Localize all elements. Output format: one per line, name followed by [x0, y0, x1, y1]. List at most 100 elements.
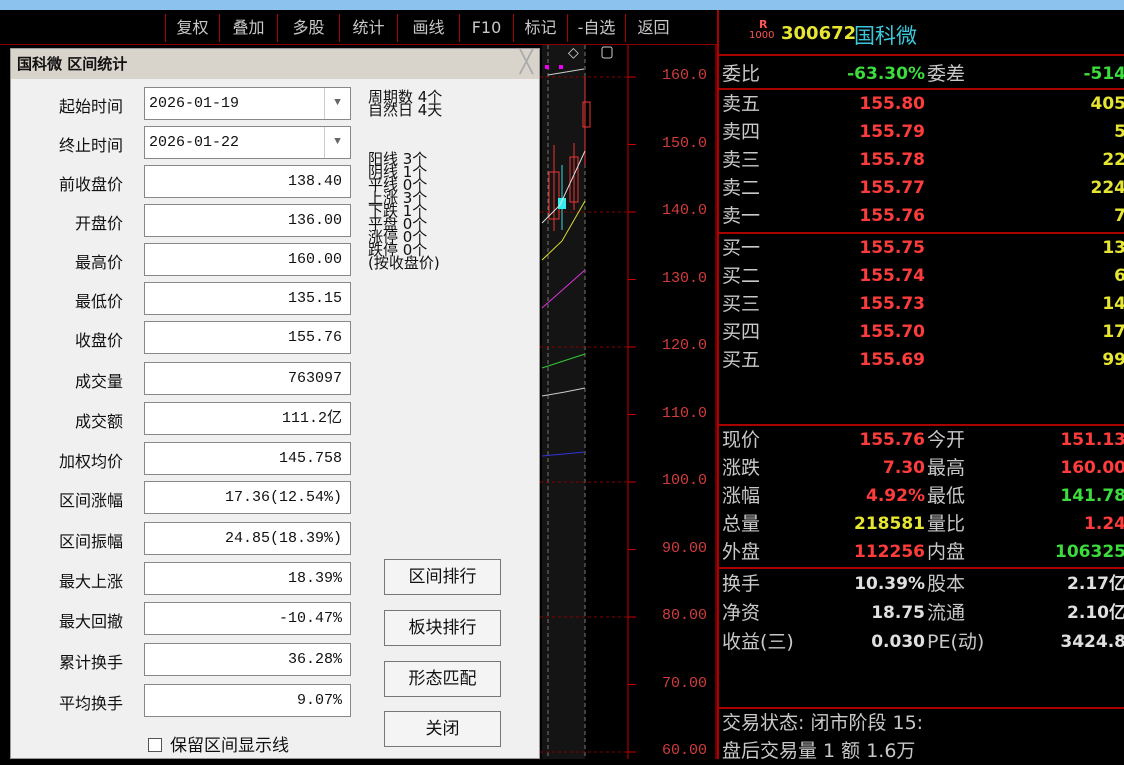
- quote-label: 买五: [722, 346, 760, 374]
- diamond-icon[interactable]: ◇: [568, 45, 579, 61]
- quote-row: 买四155.7017: [719, 318, 1124, 346]
- field-value: 135.15: [144, 282, 351, 315]
- stock-name: 国科微: [854, 20, 917, 50]
- toolbar-button[interactable]: 统计: [339, 14, 397, 42]
- field-label: 加权均价: [11, 448, 123, 472]
- quote-label: 卖三: [722, 146, 760, 174]
- field-label: 最大回撤: [11, 608, 123, 632]
- price-tick-label: 160.0: [662, 67, 707, 84]
- quote-value: 155.76: [859, 426, 925, 454]
- toolbar-button[interactable]: F10: [459, 14, 513, 42]
- quote-value: 2.10亿: [1067, 599, 1124, 627]
- date-combobox[interactable]: 2026-01-22▼: [144, 126, 351, 159]
- field-value: 9.07%: [144, 684, 351, 717]
- field-value-text: 155.76: [288, 329, 342, 346]
- quote-value: 155.80: [859, 90, 925, 118]
- toolbar-button[interactable]: -自选: [567, 14, 625, 42]
- quote-row: 总量 218581量比 1.24: [719, 510, 1124, 538]
- field-label: 起始时间: [11, 93, 123, 117]
- price-tick-label: 70.00: [662, 675, 707, 692]
- quote-label: 今开: [927, 426, 965, 454]
- sector-rank-button[interactable]: 板块排行: [384, 610, 501, 646]
- chevron-down-icon[interactable]: ▼: [324, 127, 350, 158]
- price-tick-label: 120.0: [662, 337, 707, 354]
- field-value-text: 36.28%: [288, 651, 342, 668]
- field-value: 36.28%: [144, 643, 351, 676]
- quote-value: 4.92%: [866, 482, 925, 510]
- quote-value: 155.76: [859, 202, 925, 230]
- field-label: 开盘价: [11, 210, 123, 234]
- panel-toggle-icon[interactable]: [602, 47, 612, 58]
- quote-value: 155.78: [859, 146, 925, 174]
- quote-value: 18.75: [871, 599, 925, 627]
- quote-label: 卖四: [722, 118, 760, 146]
- candle-stats: 阳线 3个阴线 1个平线 0个上涨 3个下跌 1个平盘 0个涨停 0个跌停 0个…: [368, 153, 440, 270]
- quote-value: 112256: [854, 538, 925, 566]
- field-label: 成交额: [11, 408, 123, 432]
- quote-panel: R 1000 300672 国科微 委比-63.30%委差-514卖五155.8…: [717, 10, 1124, 759]
- quote-row: 盘后交易量 1 额 1.6万: [719, 737, 1124, 765]
- quote-row: 涨幅4.92%最低141.78: [719, 482, 1124, 510]
- quote-label: 收益(三): [722, 628, 794, 656]
- keep-range-lines-checkbox[interactable]: 保留区间显示线: [148, 731, 289, 756]
- kline-chart[interactable]: ◇ 160.0150.0140.0130.0120.0110.0100.090.…: [540, 45, 717, 759]
- quote-label: 流通: [927, 599, 965, 627]
- quote-label: 最低: [927, 482, 965, 510]
- marker-dot: [559, 65, 563, 69]
- close-icon[interactable]: ╳: [520, 51, 533, 75]
- quote-row: 卖四155.795: [719, 118, 1124, 146]
- candle-stat: (按收盘价): [368, 257, 440, 270]
- price-tick-label: 130.0: [662, 270, 707, 287]
- toolbar-button[interactable]: 返回: [625, 14, 681, 42]
- quote-label: 买一: [722, 234, 760, 262]
- field-value: 155.76: [144, 321, 351, 354]
- pattern-match-button[interactable]: 形态匹配: [384, 661, 501, 697]
- quote-value: 14: [1102, 290, 1124, 318]
- quote-value: 155.70: [859, 318, 925, 346]
- price-tick-label: 110.0: [662, 405, 707, 422]
- range-statistics-dialog: 国科微 区间统计 ╳ 起始时间2026-01-19▼终止时间2026-01-22…: [10, 48, 540, 759]
- field-value-text: 136.00: [288, 212, 342, 229]
- checkbox-box[interactable]: [148, 738, 162, 752]
- quote-value: -514: [1083, 60, 1124, 88]
- price-tick-label: 80.00: [662, 607, 707, 624]
- quote-label: 内盘: [927, 538, 965, 566]
- field-label: 收盘价: [11, 327, 123, 351]
- close-button[interactable]: 关闭: [384, 711, 501, 747]
- price-tick-label: 150.0: [662, 135, 707, 152]
- quote-value: 218581: [854, 510, 925, 538]
- field-value-text: 160.00: [288, 251, 342, 268]
- field-label: 最大上涨: [11, 568, 123, 592]
- toolbar-button[interactable]: 多股: [277, 14, 339, 42]
- quote-value: 1.24: [1084, 510, 1124, 538]
- field-value-text: 9.07%: [297, 692, 342, 709]
- quote-value: 5: [1114, 118, 1124, 146]
- price-tick-label: 90.00: [662, 540, 707, 557]
- quote-label: 总量: [722, 510, 760, 538]
- field-value: 138.40: [144, 165, 351, 198]
- dialog-title-bar[interactable]: 国科微 区间统计 ╳: [11, 49, 539, 79]
- quote-label: 外盘: [722, 538, 760, 566]
- range-rank-button[interactable]: 区间排行: [384, 559, 501, 595]
- field-value: 18.39%: [144, 562, 351, 595]
- field-value: -10.47%: [144, 602, 351, 635]
- quote-value: 155.73: [859, 290, 925, 318]
- date-combobox[interactable]: 2026-01-19▼: [144, 87, 351, 120]
- toolbar-button[interactable]: 画线: [397, 14, 459, 42]
- window-title-strip: [0, 0, 1124, 10]
- field-value: 136.00: [144, 204, 351, 237]
- chevron-down-icon[interactable]: ▼: [324, 88, 350, 119]
- toolbar-button[interactable]: 复权: [165, 14, 219, 42]
- quote-value: 106325: [1055, 538, 1124, 566]
- quote-label: 卖一: [722, 202, 760, 230]
- quote-row: 委比-63.30%委差-514: [719, 60, 1124, 88]
- quote-label: 量比: [927, 510, 965, 538]
- field-value: 24.85(18.39%): [144, 522, 351, 555]
- toolbar-button[interactable]: 标记: [513, 14, 567, 42]
- quote-row: 买五155.6999: [719, 346, 1124, 374]
- quote-label: 净资: [722, 599, 760, 627]
- margin-badge-sub: 1000: [749, 30, 774, 41]
- quote-label: 换手: [722, 570, 760, 598]
- quote-row: 交易状态: 闭市阶段 15:: [719, 709, 1124, 737]
- toolbar-button[interactable]: 叠加: [219, 14, 277, 42]
